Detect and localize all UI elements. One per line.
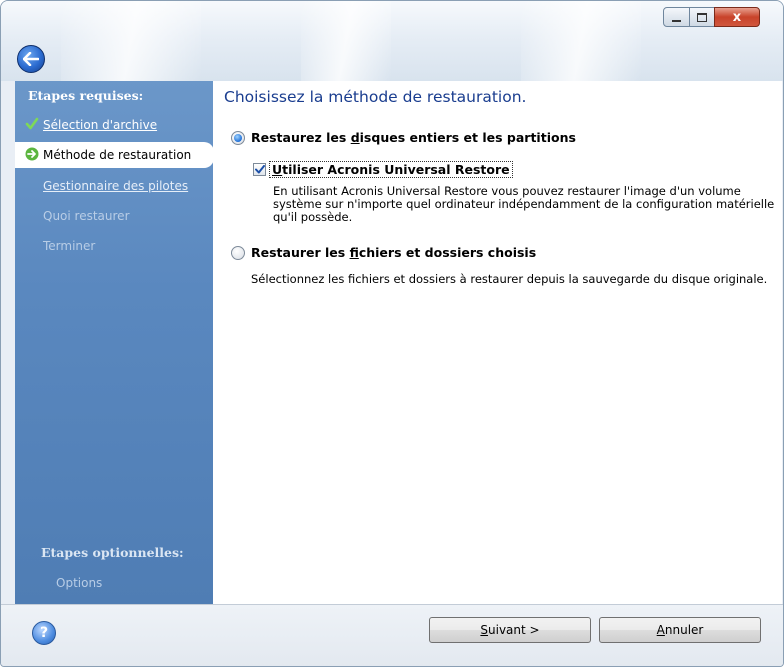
help-icon: ?	[39, 625, 49, 641]
back-button[interactable]	[17, 45, 45, 73]
sidebar-step-driver-manager[interactable]: Gestionnaire des pilotes	[15, 173, 213, 199]
optional-steps-heading: Etapes optionnelles:	[41, 545, 184, 560]
sidebar-step-label: Gestionnaire des pilotes	[43, 179, 189, 193]
maximize-button[interactable]	[689, 7, 715, 27]
button-label: nnuler	[664, 623, 704, 637]
label-text: Restaurer les	[251, 245, 350, 260]
back-arrow-icon	[23, 52, 39, 66]
label-text: isques entiers et les partitions	[359, 130, 576, 145]
restore-files-radio[interactable]	[231, 246, 245, 260]
universal-restore-description: En utilisant Acronis Universal Restore v…	[273, 185, 774, 224]
access-key: A	[656, 623, 665, 637]
description-line: qu'il possède.	[273, 210, 353, 224]
titlebar-glass-streak	[521, 1, 641, 81]
titlebar-glass-streak	[61, 1, 201, 81]
arrow-right-icon	[25, 147, 39, 161]
label-text: tiliser Acronis Universal Restore	[282, 162, 510, 177]
sidebar-step-label: Méthode de restauration	[43, 148, 192, 162]
close-button[interactable]: x	[714, 7, 760, 27]
close-icon: x	[732, 9, 742, 25]
wizard-content: Choisissez la méthode de restauration. R…	[213, 81, 782, 604]
restore-files-label[interactable]: Restaurer les fichiers et dossiers chois…	[251, 245, 536, 260]
sidebar-step-label: Sélection d'archive	[43, 118, 158, 132]
maximize-icon	[697, 12, 707, 22]
cancel-button[interactable]: Annuler	[599, 617, 761, 643]
label-text: Restaurez les	[251, 130, 351, 145]
restore-disks-label[interactable]: Restaurez les disques entiers et les par…	[251, 130, 576, 145]
wizard-footer: ? Suivant > Annuler	[1, 604, 783, 666]
page-title: Choisissez la méthode de restauration.	[224, 88, 527, 106]
sidebar-step-options: Options	[15, 570, 213, 596]
help-button[interactable]: ?	[32, 621, 56, 645]
restore-wizard-window: x Etapes requises: Sélection d'archive M…	[0, 0, 784, 667]
titlebar-glass-streak	[301, 1, 391, 81]
access-key: U	[272, 162, 283, 177]
minimize-button[interactable]	[663, 7, 690, 27]
restore-files-description: Sélectionnez les fichiers et dossiers à …	[251, 272, 768, 286]
next-button[interactable]: Suivant >	[429, 617, 591, 643]
checkmark-icon	[254, 165, 265, 174]
label-text: ichiers et dossiers choisis	[358, 245, 537, 260]
access-key: d	[350, 130, 360, 145]
sidebar-step-restore-method[interactable]: Méthode de restauration	[15, 142, 214, 168]
access-key: S	[480, 623, 489, 637]
title-bar[interactable]: x	[1, 1, 783, 81]
sidebar-step-what-to-restore: Quoi restaurer	[15, 203, 213, 229]
sidebar-step-finish: Terminer	[15, 233, 213, 259]
restore-disks-radio[interactable]	[231, 131, 245, 145]
check-icon	[25, 117, 39, 130]
sidebar-step-label: Terminer	[43, 239, 96, 253]
wizard-sidebar: Etapes requises: Sélection d'archive Mét…	[15, 81, 214, 604]
universal-restore-checkbox[interactable]	[253, 163, 266, 176]
minimize-icon	[672, 19, 681, 22]
sidebar-step-label: Options	[56, 576, 103, 590]
access-key: f	[349, 245, 359, 260]
universal-restore-label[interactable]: Utiliser Acronis Universal Restore	[269, 161, 513, 178]
button-label: uivant >	[488, 623, 540, 637]
sidebar-step-label: Quoi restaurer	[43, 209, 130, 223]
required-steps-heading: Etapes requises:	[28, 88, 144, 103]
sidebar-step-archive-selection[interactable]: Sélection d'archive	[15, 112, 213, 138]
